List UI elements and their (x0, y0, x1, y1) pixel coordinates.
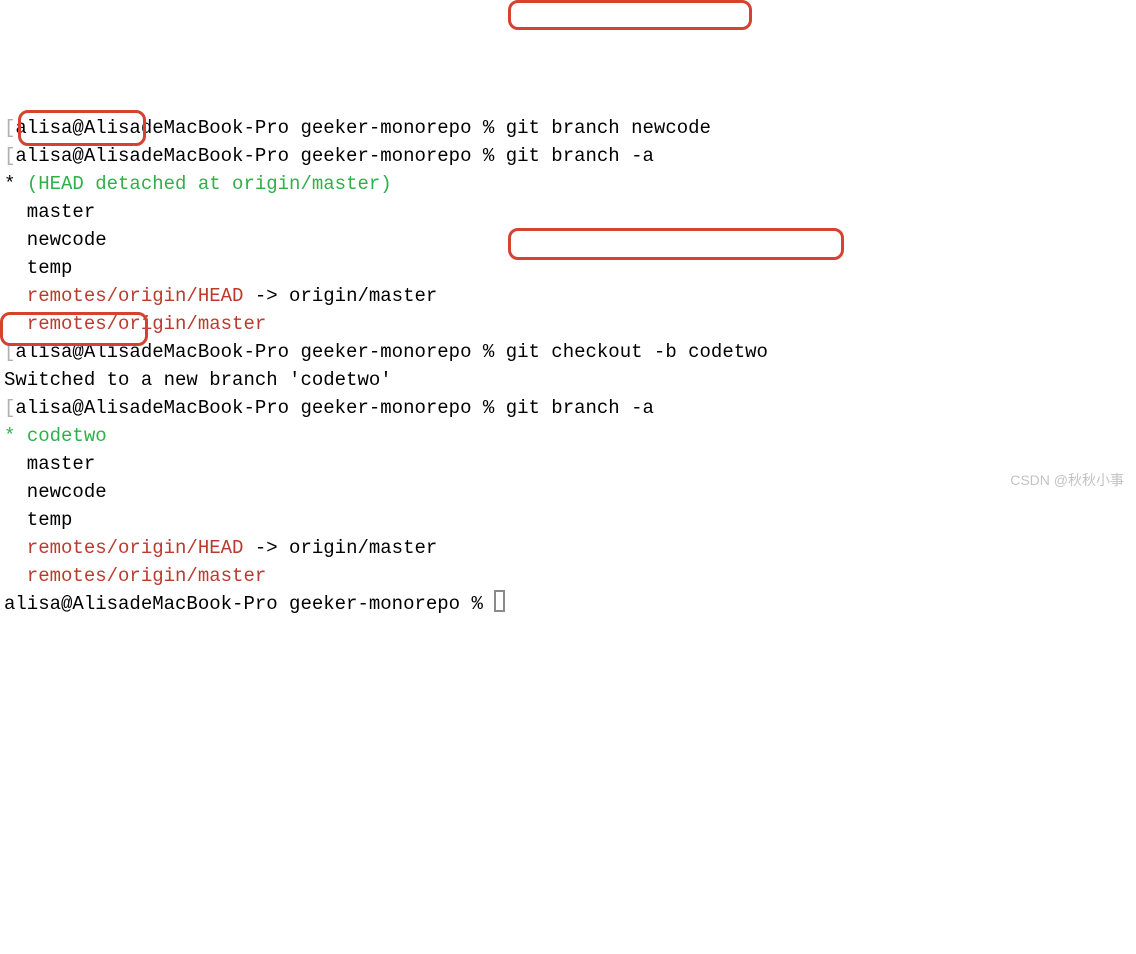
command-text: git branch newcode (506, 117, 711, 139)
current-marker: * (4, 173, 27, 195)
bracket-icon: [ (4, 145, 15, 167)
prompt-text: alisa@AlisadeMacBook-Pro geeker-monorepo… (15, 397, 505, 419)
terminal-line: remotes/origin/HEAD -> origin/master (4, 282, 1132, 310)
output-text: Switched to a new branch 'codetwo' (4, 369, 392, 391)
watermark-text: CSDN @秋秋小事 (1010, 466, 1124, 494)
terminal-line: [alisa@AlisadeMacBook-Pro geeker-monorep… (4, 394, 1132, 422)
terminal-line: * codetwo (4, 422, 1132, 450)
arrow-text: -> origin/master (243, 537, 437, 559)
terminal-line: newcode (4, 478, 1132, 506)
remote-branch: remotes/origin/HEAD (4, 285, 243, 307)
terminal-line: [alisa@AlisadeMacBook-Pro geeker-monorep… (4, 142, 1132, 170)
remote-branch: remotes/origin/master (4, 565, 266, 587)
terminal-line: master (4, 198, 1132, 226)
terminal-line: remotes/origin/HEAD -> origin/master (4, 534, 1132, 562)
prompt-text: alisa@AlisadeMacBook-Pro geeker-monorepo… (15, 145, 505, 167)
current-branch: codetwo (27, 425, 107, 447)
cursor-icon (494, 590, 505, 612)
terminal-line: [alisa@AlisadeMacBook-Pro geeker-monorep… (4, 114, 1132, 142)
command-text: git branch -a (506, 145, 654, 167)
branch-name: newcode (4, 481, 107, 503)
branch-name: temp (4, 257, 72, 279)
terminal-line[interactable]: alisa@AlisadeMacBook-Pro geeker-monorepo… (4, 590, 1132, 618)
branch-name: master (4, 201, 95, 223)
bracket-icon: [ (4, 117, 15, 139)
terminal-line: temp (4, 254, 1132, 282)
head-detached-text: (HEAD detached at origin/master) (27, 173, 392, 195)
terminal-line: Switched to a new branch 'codetwo' (4, 366, 1132, 394)
terminal-line: * (HEAD detached at origin/master) (4, 170, 1132, 198)
highlight-annotation (508, 0, 752, 30)
terminal-line: master (4, 450, 1132, 478)
remote-branch: remotes/origin/master (4, 313, 266, 335)
bracket-icon: [ (4, 397, 15, 419)
command-text: git branch -a (506, 397, 654, 419)
terminal-line: remotes/origin/master (4, 310, 1132, 338)
terminal-line: remotes/origin/master (4, 562, 1132, 590)
branch-name: master (4, 453, 95, 475)
remote-branch: remotes/origin/HEAD (4, 537, 243, 559)
terminal-line: [alisa@AlisadeMacBook-Pro geeker-monorep… (4, 338, 1132, 366)
branch-name: newcode (4, 229, 107, 251)
prompt-text: alisa@AlisadeMacBook-Pro geeker-monorepo… (15, 117, 505, 139)
branch-name: temp (4, 509, 72, 531)
command-text: git checkout -b codetwo (506, 341, 768, 363)
arrow-text: -> origin/master (243, 285, 437, 307)
terminal-line: newcode (4, 226, 1132, 254)
prompt-text: alisa@AlisadeMacBook-Pro geeker-monorepo… (4, 593, 494, 615)
bracket-icon: [ (4, 341, 15, 363)
prompt-text: alisa@AlisadeMacBook-Pro geeker-monorepo… (15, 341, 505, 363)
terminal-line: temp (4, 506, 1132, 534)
current-marker: * (4, 425, 27, 447)
